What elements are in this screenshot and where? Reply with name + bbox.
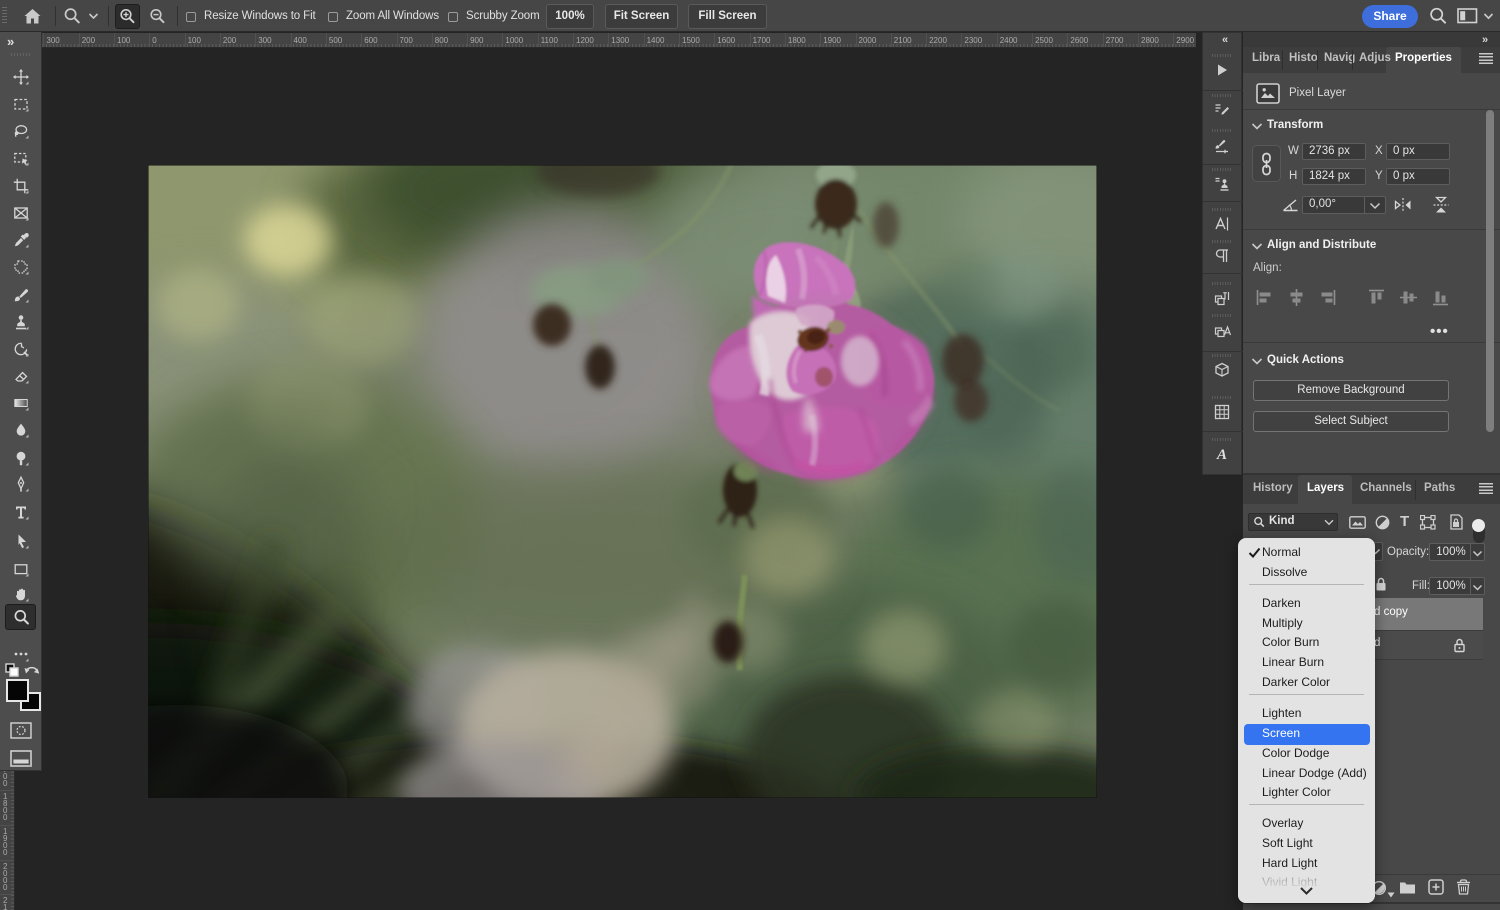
svg-text:A: A [1216, 447, 1227, 463]
